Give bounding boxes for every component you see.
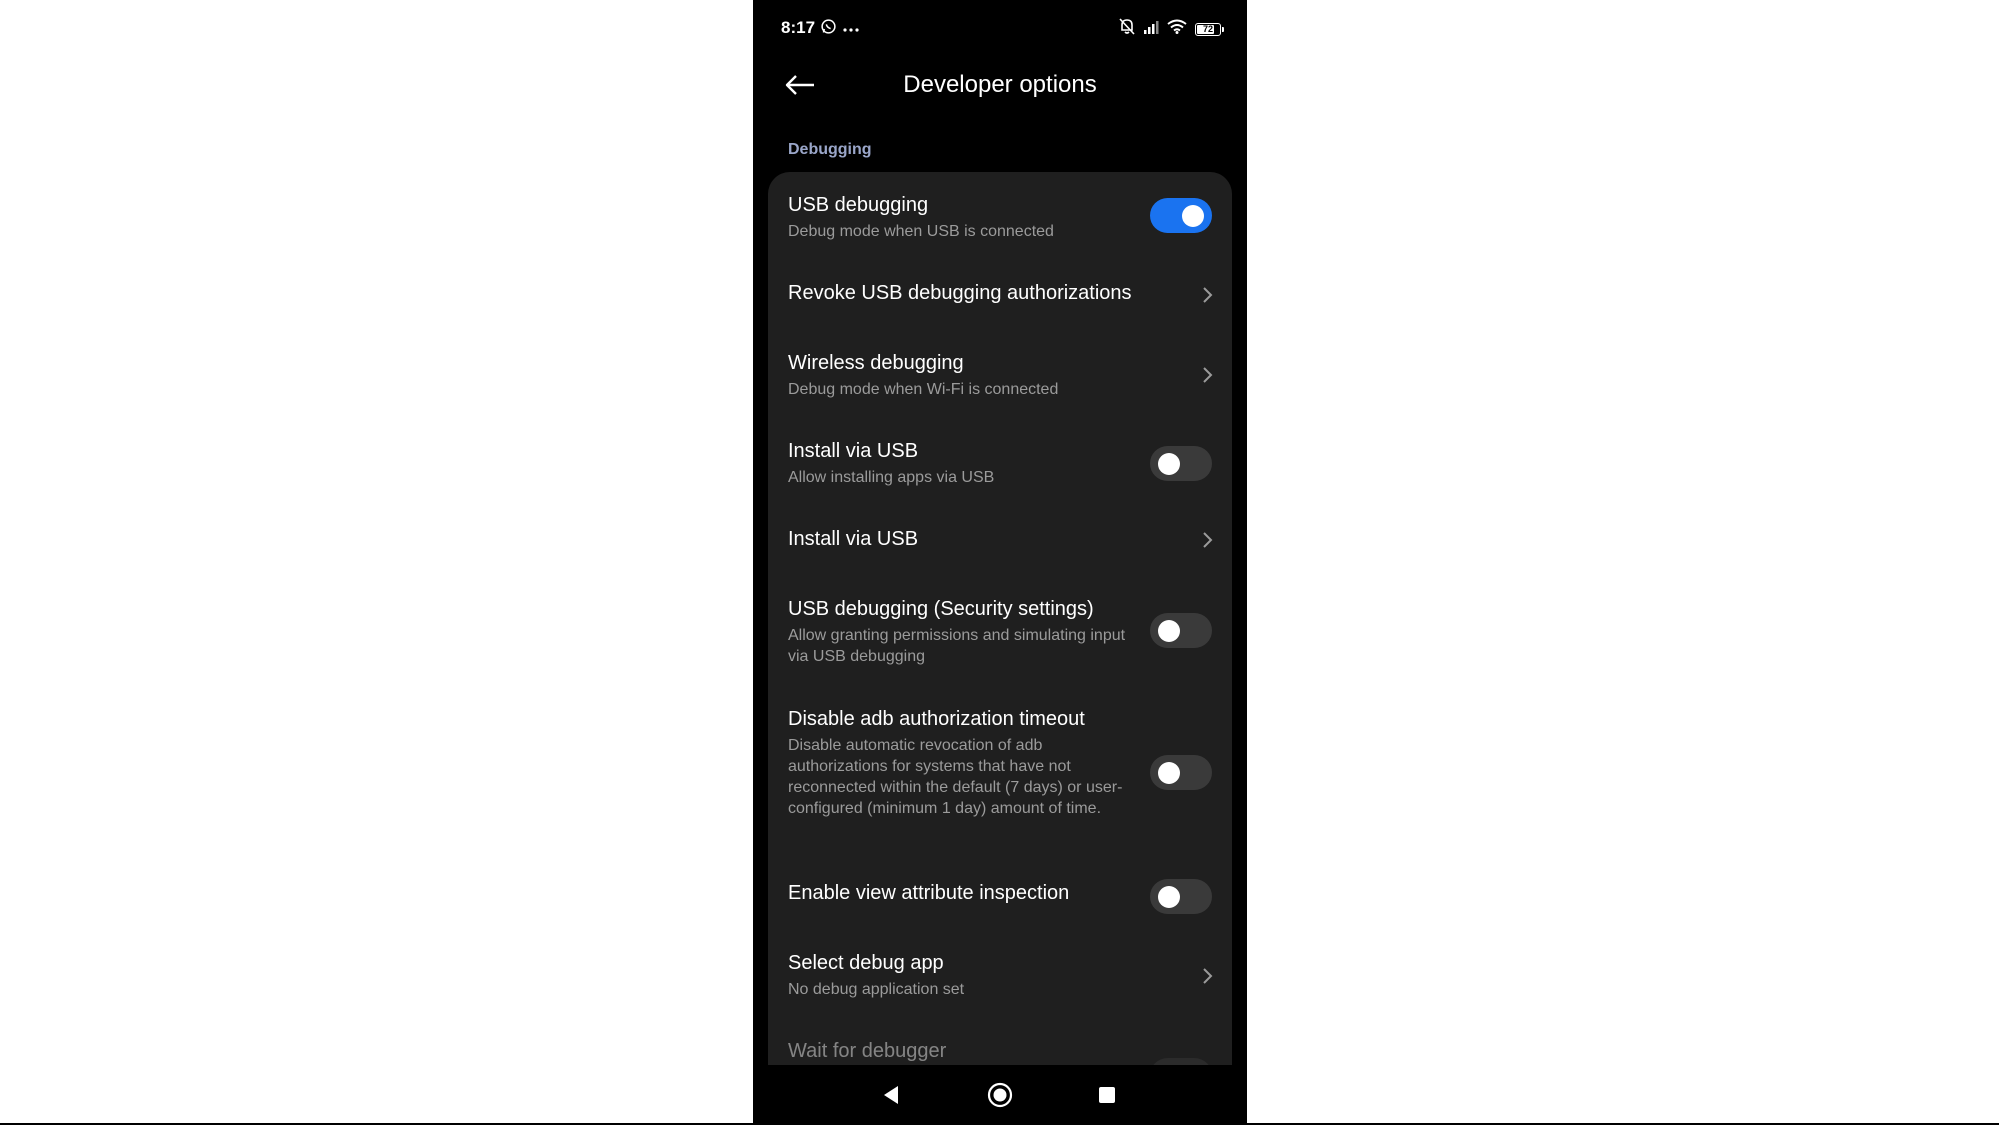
setting-title: USB debugging (Security settings) xyxy=(788,598,1094,620)
phone-screen: 8:17 72 Developer options Debugging USB … xyxy=(753,0,1247,1123)
view-attribute-inspection-toggle[interactable] xyxy=(1150,879,1212,914)
chevron-right-icon xyxy=(1203,532,1213,548)
install-via-usb-toggle[interactable] xyxy=(1150,446,1212,481)
setting-subtitle: Debug mode when Wi-Fi is connected xyxy=(788,381,1059,398)
recents-square-icon xyxy=(1099,1087,1115,1103)
setting-title: USB debugging xyxy=(788,194,929,216)
setting-title: Select debug app xyxy=(788,952,944,974)
setting-subtitle: Disable automatic revocation of adb auth… xyxy=(788,737,1123,817)
setting-row-view-attribute-inspection[interactable]: Enable view attribute inspection xyxy=(768,862,1232,930)
wait-for-debugger-toggle[interactable] xyxy=(1150,1058,1212,1065)
status-bar: 8:17 72 xyxy=(753,0,1247,58)
setting-row-disable-adb-timeout[interactable]: Disable adb authorization timeout Disabl… xyxy=(768,686,1232,862)
navigation-bar xyxy=(753,1065,1247,1123)
setting-row-revoke-usb-authorizations[interactable]: Revoke USB debugging authorizations xyxy=(768,260,1232,330)
setting-title: Wireless debugging xyxy=(788,352,964,374)
battery-level: 72 xyxy=(1202,23,1213,34)
settings-card: USB debugging Debug mode when USB is con… xyxy=(768,172,1232,1065)
signal-icon xyxy=(1143,20,1159,39)
status-time: 8:17 xyxy=(781,18,816,37)
setting-subtitle: Allow installing apps via USB xyxy=(788,469,995,486)
setting-title: Install via USB xyxy=(788,440,919,462)
setting-subtitle: No debug application set xyxy=(788,981,965,998)
more-dots-icon xyxy=(843,20,859,38)
setting-subtitle: Debug mode when USB is connected xyxy=(788,223,1054,240)
chevron-right-icon xyxy=(1203,367,1213,383)
usb-debugging-security-toggle[interactable] xyxy=(1150,613,1212,648)
setting-title: Install via USB xyxy=(788,528,919,550)
setting-title: Disable adb authorization timeout xyxy=(788,708,1085,730)
nav-back-button[interactable] xyxy=(878,1081,906,1109)
back-triangle-icon xyxy=(884,1086,898,1104)
bell-muted-icon xyxy=(1119,18,1135,40)
battery-icon: 72 xyxy=(1195,22,1224,36)
usb-debugging-toggle[interactable] xyxy=(1150,198,1212,233)
setting-title: Revoke USB debugging authorizations xyxy=(788,282,1132,304)
page-title: Developer options xyxy=(903,71,1097,98)
setting-row-select-debug-app[interactable]: Select debug app No debug application se… xyxy=(768,930,1232,1018)
setting-title: Wait for debugger xyxy=(788,1040,947,1062)
app-header: Developer options xyxy=(753,58,1247,110)
setting-row-usb-debugging-security[interactable]: USB debugging (Security settings) Allow … xyxy=(768,576,1232,686)
disable-adb-timeout-toggle[interactable] xyxy=(1150,755,1212,790)
nav-home-button[interactable] xyxy=(986,1081,1014,1109)
section-header-debugging: Debugging xyxy=(788,141,872,158)
chevron-right-icon xyxy=(1203,968,1213,984)
nav-recents-button[interactable] xyxy=(1093,1081,1121,1109)
home-circle-icon xyxy=(987,1082,1013,1108)
setting-row-wireless-debugging[interactable]: Wireless debugging Debug mode when Wi-Fi… xyxy=(768,330,1232,418)
setting-row-wait-for-debugger[interactable]: Wait for debugger xyxy=(768,1018,1232,1065)
setting-subtitle: Allow granting permissions and simulatin… xyxy=(788,627,1126,665)
setting-title: Enable view attribute inspection xyxy=(788,882,1070,904)
chevron-right-icon xyxy=(1203,287,1213,303)
setting-row-usb-debugging[interactable]: USB debugging Debug mode when USB is con… xyxy=(768,172,1232,260)
setting-row-install-via-usb-link[interactable]: Install via USB xyxy=(768,506,1232,576)
setting-row-install-via-usb-toggle[interactable]: Install via USB Allow installing apps vi… xyxy=(768,418,1232,506)
wifi-icon xyxy=(1167,19,1187,39)
whatsapp-icon xyxy=(820,18,837,40)
